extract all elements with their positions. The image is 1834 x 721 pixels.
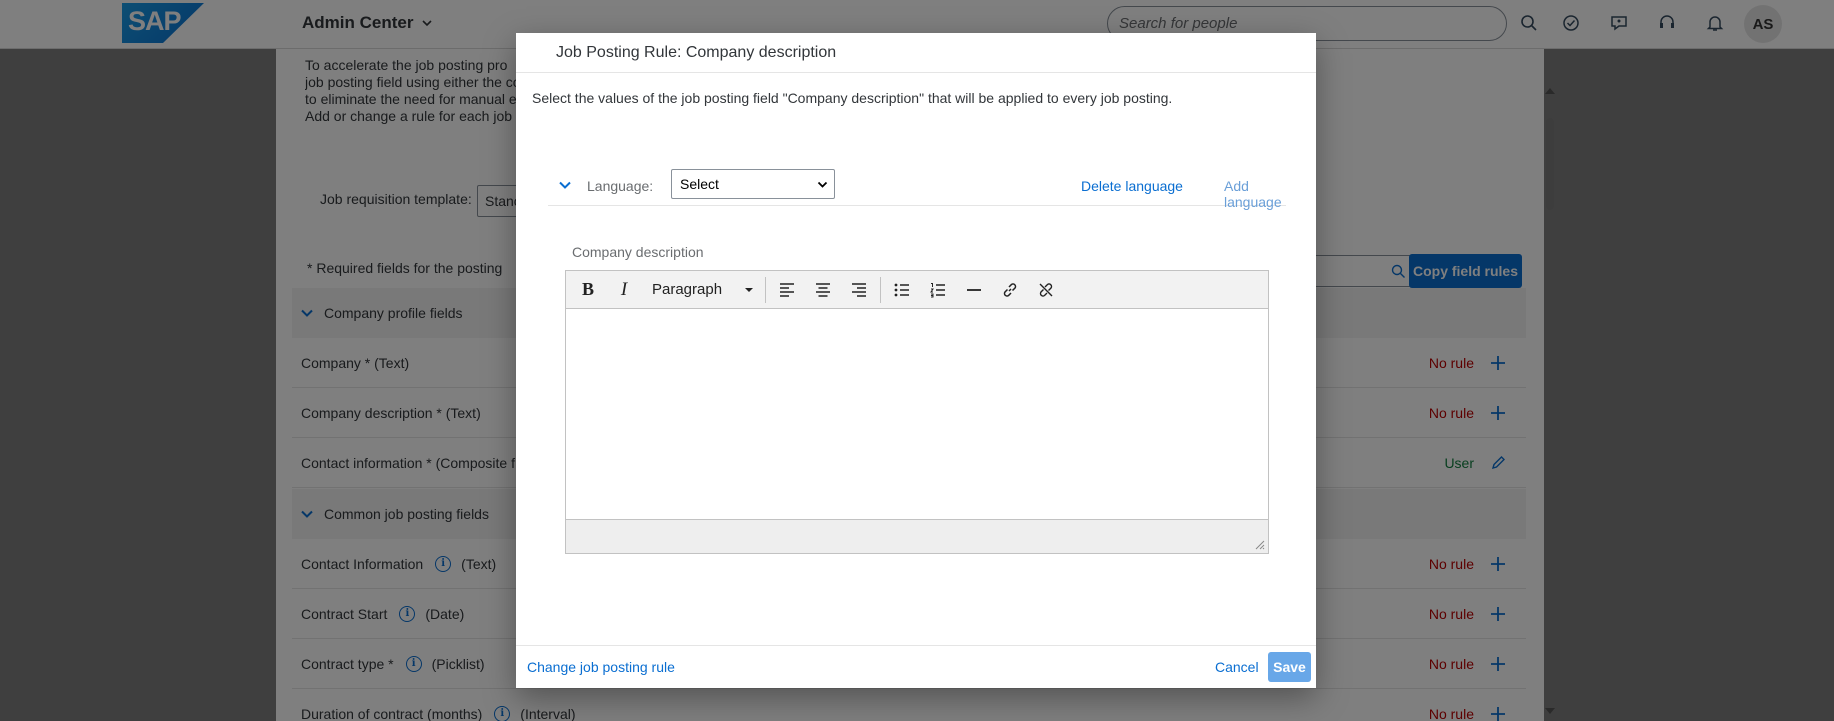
language-label: Language: (587, 178, 654, 194)
job-posting-rule-dialog: Job Posting Rule: Company description Se… (516, 33, 1316, 688)
caret-down-icon (745, 287, 753, 292)
italic-button[interactable]: I (606, 275, 642, 305)
change-job-posting-rule-link[interactable]: Change job posting rule (527, 659, 675, 675)
toolbar-divider (765, 276, 766, 303)
chevron-down-icon[interactable] (558, 178, 572, 192)
numbered-list-button[interactable] (920, 275, 956, 305)
language-panel-header: Language: Select Delete language Add lan… (548, 166, 1286, 210)
add-language-link[interactable]: Add language (1224, 178, 1286, 210)
rich-text-editor: B I Paragraph (565, 270, 1269, 554)
bullet-list-button[interactable] (884, 275, 920, 305)
horizontal-line-button[interactable] (956, 275, 992, 305)
toolbar-divider (880, 276, 881, 303)
save-button[interactable]: Save (1268, 652, 1311, 682)
align-right-icon (852, 282, 866, 297)
unlink-icon (1039, 282, 1053, 297)
chevron-down-icon (817, 181, 828, 188)
company-description-label: Company description (572, 244, 704, 260)
resize-handle-icon[interactable] (1255, 540, 1265, 550)
paragraph-format-dropdown[interactable]: Paragraph (642, 275, 762, 305)
language-select[interactable]: Select (671, 169, 835, 199)
dialog-footer: Change job posting rule Cancel Save (516, 645, 1316, 688)
bold-button[interactable]: B (570, 275, 606, 305)
align-left-button[interactable] (769, 275, 805, 305)
align-center-button[interactable] (805, 275, 841, 305)
remove-link-button[interactable] (1028, 275, 1064, 305)
dialog-description: Select the values of the job posting fie… (532, 90, 1173, 106)
cancel-button[interactable]: Cancel (1215, 659, 1259, 675)
align-right-button[interactable] (841, 275, 877, 305)
bullet-list-icon (894, 283, 909, 296)
link-icon (1003, 282, 1017, 297)
delete-language-link[interactable]: Delete language (1081, 178, 1183, 194)
align-center-icon (816, 282, 830, 297)
editor-toolbar: B I Paragraph (566, 271, 1268, 309)
editor-statusbar (566, 519, 1268, 553)
editor-content-area[interactable] (566, 309, 1268, 519)
dialog-title: Job Posting Rule: Company description (516, 33, 1316, 73)
horizontal-line-icon (967, 288, 981, 291)
insert-link-button[interactable] (992, 275, 1028, 305)
align-left-icon (780, 282, 794, 297)
numbered-list-icon (930, 282, 945, 297)
